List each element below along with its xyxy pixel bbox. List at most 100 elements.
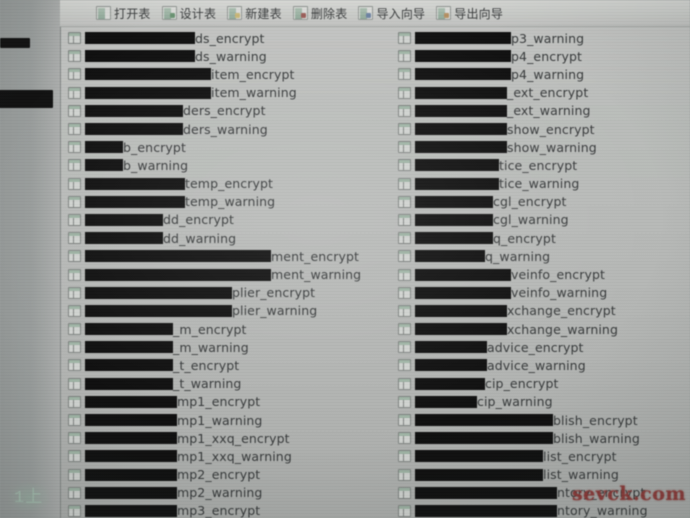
table-row[interactable]: p4_encrypt	[396, 47, 690, 65]
table-row[interactable]: advice_warning	[396, 356, 690, 374]
table-list[interactable]: ds_encrypt ds_warning item_encrypt item_war…	[60, 27, 690, 518]
table-row[interactable]: _m_encrypt	[66, 320, 366, 338]
table-row[interactable]: _m_warning	[66, 338, 366, 356]
table-row[interactable]: blish_encrypt	[396, 411, 690, 429]
redacted-table-name	[415, 141, 507, 154]
table-row[interactable]: p4_warning	[396, 65, 690, 83]
table-row[interactable]: temp_encrypt	[66, 175, 366, 193]
redacted-table-name	[415, 104, 507, 117]
table-icon	[398, 250, 411, 263]
table-row[interactable]: cgl_warning	[396, 211, 690, 229]
table-row[interactable]: xchange_encrypt	[396, 302, 690, 320]
new-table-icon	[227, 6, 243, 20]
table-name-suffix: list_encrypt	[543, 448, 617, 464]
table-row[interactable]: xchange_warning	[396, 320, 690, 338]
table-row[interactable]: ders_warning	[66, 120, 366, 138]
table-row[interactable]: b_encrypt	[66, 138, 366, 156]
table-row[interactable]: list_encrypt	[396, 447, 690, 465]
table-row[interactable]: cip_encrypt	[396, 375, 690, 393]
table-name: mp1_encrypt	[85, 394, 260, 409]
table-row[interactable]: blish_warning	[396, 429, 690, 447]
table-row[interactable]: mp1_xxq_warning	[66, 447, 366, 465]
table-row[interactable]: plier_warning	[66, 302, 366, 320]
table-name: mp2_encrypt	[85, 467, 260, 482]
table-row[interactable]: mp1_xxq_encrypt	[66, 429, 366, 447]
table-row[interactable]: p3_warning	[396, 29, 690, 47]
table-name: ment_warning	[85, 267, 361, 282]
table-row[interactable]: mp3_encrypt	[66, 502, 366, 518]
redacted-table-name	[85, 177, 185, 190]
table-row[interactable]: ds_encrypt	[66, 29, 366, 47]
table-name-suffix: mp2_encrypt	[177, 467, 261, 483]
table-row[interactable]: tice_warning	[396, 175, 690, 193]
table-icon	[398, 177, 411, 190]
table-row[interactable]: ment_encrypt	[66, 247, 366, 265]
toolbar-item-5[interactable]: 导出向导	[436, 5, 503, 22]
table-icon	[68, 486, 81, 499]
redacted-table-name	[415, 195, 493, 208]
table-row[interactable]: veinfo_encrypt	[396, 265, 690, 283]
table-row[interactable]: show_warning	[396, 138, 690, 156]
table-icon	[398, 304, 411, 317]
table-row[interactable]: mp1_encrypt	[66, 393, 366, 411]
toolbar-item-4[interactable]: 导入向导	[358, 5, 425, 22]
redacted-table-name	[415, 359, 487, 372]
table-name-suffix: p4_warning	[511, 66, 585, 82]
table-name-suffix: xchange_warning	[507, 321, 618, 337]
table-row[interactable]: dd_encrypt	[66, 211, 366, 229]
table-row[interactable]: ment_warning	[66, 265, 366, 283]
table-name-suffix: list_warning	[543, 467, 619, 483]
table-name: b_warning	[85, 158, 188, 173]
table-row[interactable]: _t_warning	[66, 375, 366, 393]
table-icon	[398, 486, 411, 499]
redacted-table-name	[85, 123, 183, 136]
table-row[interactable]: list_warning	[396, 466, 690, 484]
toolbar-item-3[interactable]: 删除表	[292, 5, 348, 22]
redacted-table-name	[85, 377, 173, 390]
table-row[interactable]: mp1_warning	[66, 411, 366, 429]
table-row[interactable]: mp2_encrypt	[66, 466, 366, 484]
table-icon	[68, 177, 81, 190]
table-icon	[68, 323, 81, 336]
table-row[interactable]: _ext_encrypt	[396, 84, 690, 102]
table-name-suffix: plier_encrypt	[232, 285, 316, 301]
toolbar-item-2[interactable]: 新建表	[227, 5, 282, 22]
table-name: item_encrypt	[85, 67, 295, 82]
table-name: blish_warning	[415, 431, 640, 446]
table-icon	[398, 232, 411, 245]
table-row[interactable]: tice_encrypt	[396, 156, 690, 174]
table-row[interactable]: ders_encrypt	[66, 102, 366, 120]
table-name: mp3_encrypt	[85, 503, 260, 518]
table-name: _m_warning	[85, 340, 249, 355]
sidebar[interactable]	[0, 0, 61, 518]
table-row[interactable]: item_encrypt	[66, 65, 366, 83]
table-row[interactable]: _ext_warning	[396, 102, 690, 120]
table-row[interactable]: veinfo_warning	[396, 284, 690, 302]
table-row[interactable]: mp2_warning	[66, 484, 366, 502]
table-row[interactable]: dd_warning	[66, 229, 366, 247]
table-row[interactable]: item_warning	[66, 84, 366, 102]
redacted-table-name	[415, 250, 485, 263]
table-row[interactable]: q_encrypt	[396, 229, 690, 247]
table-icon	[398, 141, 411, 154]
table-list-right-column[interactable]: p3_warning p4_encrypt p4_warning _ext_encry…	[396, 29, 690, 518]
toolbar-item-0[interactable]: 打开表	[96, 5, 151, 22]
table-row[interactable]: cip_warning	[396, 393, 690, 411]
table-row[interactable]: q_warning	[396, 247, 690, 265]
table-row[interactable]: temp_warning	[66, 193, 366, 211]
table-row[interactable]: _t_encrypt	[66, 356, 366, 374]
table-row[interactable]: plier_encrypt	[66, 284, 366, 302]
table-row[interactable]: cgl_encrypt	[396, 193, 690, 211]
redacted-table-name	[85, 195, 185, 208]
toolbar-item-1[interactable]: 设计表	[161, 5, 217, 22]
table-row[interactable]: advice_encrypt	[396, 338, 690, 356]
table-name-suffix: blish_warning	[553, 430, 640, 446]
table-icon	[398, 341, 411, 354]
table-row[interactable]: show_encrypt	[396, 120, 690, 138]
toolbar[interactable]: 打开表 设计表 新建表 删除表 导入向导 导出向导	[60, 0, 690, 27]
table-row[interactable]: b_warning	[66, 156, 366, 174]
table-name-suffix: show_encrypt	[507, 121, 595, 137]
table-row[interactable]: ds_warning	[66, 47, 366, 65]
redacted-table-name	[415, 159, 499, 172]
table-list-left-column[interactable]: ds_encrypt ds_warning item_encrypt item_war…	[66, 29, 366, 518]
